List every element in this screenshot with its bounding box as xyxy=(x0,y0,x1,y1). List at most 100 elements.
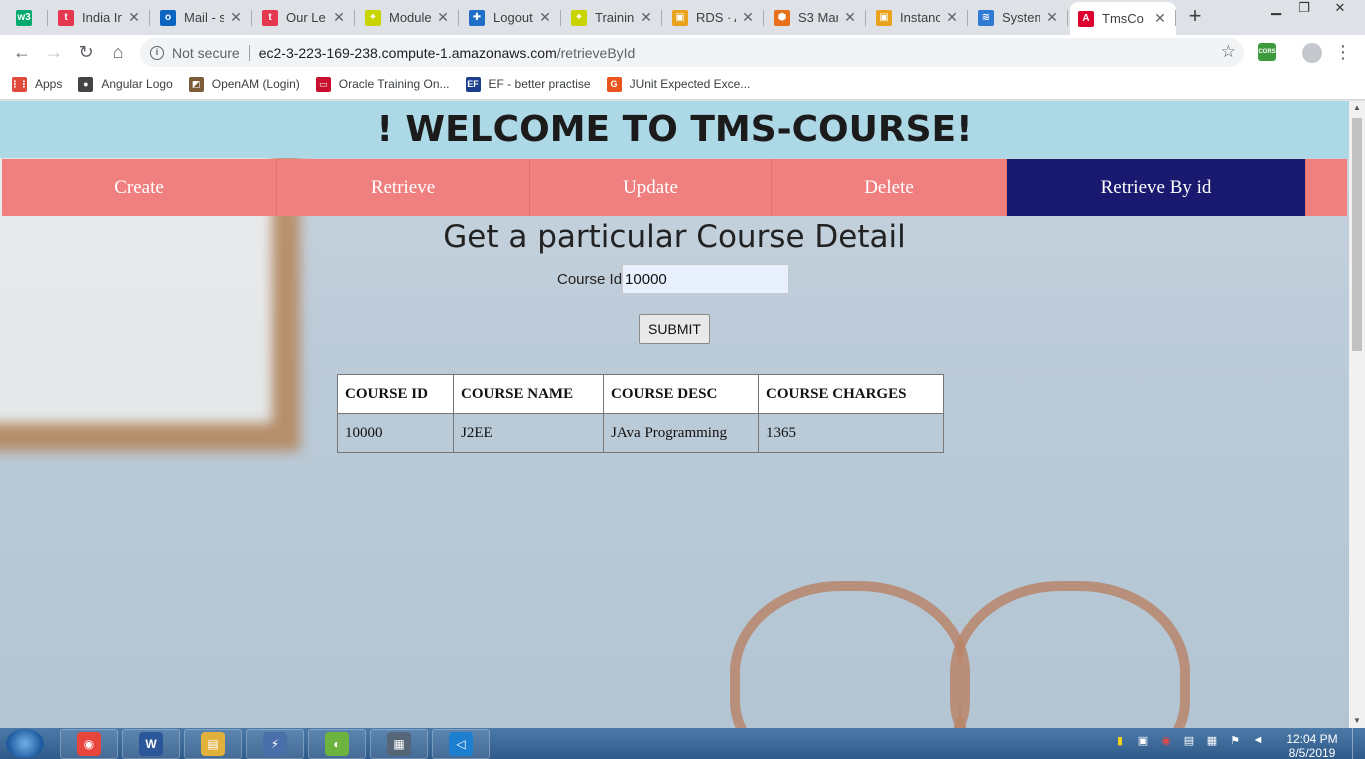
taskbar-app[interactable]: W xyxy=(122,729,180,759)
tab-close-icon[interactable]: ✕ xyxy=(638,9,654,26)
bookmark-item[interactable]: ● Angular Logo xyxy=(78,76,173,92)
tab-close-icon[interactable]: ✕ xyxy=(842,9,858,26)
browser-tab[interactable]: A TmsCo ✕ xyxy=(1070,2,1176,35)
tray-antivirus-icon[interactable]: ◉ xyxy=(1158,734,1174,752)
browser-tab[interactable]: t India In ✕ xyxy=(50,2,150,33)
w3schools-icon: w3 xyxy=(16,9,32,26)
forward-arrow-icon[interactable]: → xyxy=(42,40,66,64)
new-tab-plus-icon[interactable]: + xyxy=(1182,5,1208,29)
course-id-input[interactable] xyxy=(622,264,790,294)
bookmark-item[interactable]: G JUnit Expected Exce... xyxy=(606,76,750,92)
clock-date: 8/5/2019 xyxy=(1288,746,1336,759)
nav-update[interactable]: Update xyxy=(530,159,772,216)
table-cell: J2EE xyxy=(453,413,604,453)
address-bar[interactable]: i Not secure ec2-3-223-169-238.compute-1… xyxy=(140,38,1244,67)
leaf-icon: ✦ xyxy=(571,9,587,26)
column-header: COURSE CHARGES xyxy=(758,374,944,414)
browser-tab[interactable]: w3 xyxy=(8,2,48,33)
vscode-icon: ◁ xyxy=(449,732,473,756)
tray-flag-icon[interactable]: ⚑ xyxy=(1227,734,1243,752)
junit-icon: G xyxy=(606,76,622,92)
tray-device-icon[interactable]: ▦ xyxy=(1204,734,1220,752)
bookmark-star-icon[interactable]: ☆ xyxy=(1221,42,1236,62)
aws-cube-icon: ⬢ xyxy=(774,9,790,26)
taskbar-app[interactable]: ▤ xyxy=(184,729,242,759)
course-table: COURSE ID COURSE NAME COURSE DESC COURSE CH… xyxy=(337,374,944,453)
tab-close-icon[interactable]: ✕ xyxy=(1044,9,1060,26)
browser-tab[interactable]: o Mail - s ✕ xyxy=(152,2,252,33)
tab-separator xyxy=(1067,10,1068,26)
maximize-window-icon[interactable]: ❐ xyxy=(1290,0,1318,20)
tab-separator xyxy=(251,10,252,26)
background-lens-right xyxy=(950,581,1190,728)
taskbar-app[interactable]: ▦ xyxy=(370,729,428,759)
close-window-icon[interactable]: ✕ xyxy=(1326,0,1354,20)
bookmark-label: Angular Logo xyxy=(101,77,173,91)
nav-retrieve[interactable]: Retrieve xyxy=(277,159,530,216)
tab-close-icon[interactable]: ✕ xyxy=(331,9,347,26)
start-button-icon[interactable] xyxy=(6,729,44,758)
layers-icon: ≋ xyxy=(978,9,994,26)
table-cell: 10000 xyxy=(337,413,454,453)
windows-taskbar: ▮ ▣ ◉ ▤ ▦ ⚑ ◄ 12:04 PM 8/5/2019 ◉ W ▤ ⚡ ◐ ▦ ◁ xyxy=(0,728,1365,759)
browser-tab[interactable]: ⬢ S3 Mar ✕ xyxy=(766,2,866,33)
chrome-menu-icon[interactable]: ⋮ xyxy=(1334,41,1352,63)
oracle-icon: ▭ xyxy=(315,76,331,92)
tab-close-icon[interactable]: ✕ xyxy=(537,9,553,26)
browser-tab[interactable]: ▣ RDS · A ✕ xyxy=(664,2,764,33)
scroll-up-arrow-icon[interactable]: ▲ xyxy=(1349,101,1365,115)
bookmark-item[interactable]: EF EF - better practise xyxy=(465,76,591,92)
tab-close-icon[interactable]: ✕ xyxy=(228,9,244,26)
tray-volume-icon[interactable]: ◄ xyxy=(1250,734,1266,752)
tab-separator xyxy=(967,10,968,26)
browser-tab[interactable]: ✦ Module ✕ xyxy=(357,2,459,33)
home-icon[interactable]: ⌂ xyxy=(106,40,130,64)
scroll-down-arrow-icon[interactable]: ▼ xyxy=(1349,714,1365,728)
show-desktop-button[interactable] xyxy=(1352,728,1365,759)
page-scrollbar[interactable]: ▲ ▼ xyxy=(1349,101,1365,728)
tray-shield-icon[interactable]: ▮ xyxy=(1112,734,1128,752)
folder-icon: ▤ xyxy=(201,732,225,756)
cors-extension-icon[interactable]: CORS xyxy=(1258,43,1276,61)
apps-grid-icon: ⋮⋮ xyxy=(11,76,29,92)
tray-network-adapter-icon[interactable]: ▤ xyxy=(1181,734,1197,752)
reload-icon[interactable]: ↻ xyxy=(74,40,98,64)
submit-button[interactable]: SUBMIT xyxy=(639,314,710,344)
tistory-icon: t xyxy=(58,9,74,26)
taskbar-app[interactable]: ◁ xyxy=(432,729,490,759)
tab-close-icon[interactable]: ✕ xyxy=(740,9,756,26)
back-arrow-icon[interactable]: ← xyxy=(10,40,34,64)
word-icon: W xyxy=(139,732,163,756)
taskbar-app[interactable]: ⚡ xyxy=(246,729,304,759)
nav-delete[interactable]: Delete xyxy=(772,159,1007,216)
taskbar-app[interactable]: ◉ xyxy=(60,729,118,759)
browser-tab[interactable]: ✦ Trainin ✕ xyxy=(563,2,662,33)
minimize-window-icon[interactable]: ▁ xyxy=(1262,0,1290,20)
tab-separator xyxy=(149,10,150,26)
security-tool-icon: ▦ xyxy=(387,732,411,756)
browser-tab[interactable]: t Our Le ✕ xyxy=(254,2,355,33)
bookmark-item[interactable]: ⋮⋮ Apps xyxy=(11,76,62,92)
tray-printer-icon[interactable]: ▣ xyxy=(1135,734,1151,752)
nav-create[interactable]: Create xyxy=(2,159,277,216)
tab-close-icon[interactable]: ✕ xyxy=(126,9,142,26)
bookmark-label: Oracle Training On... xyxy=(338,77,450,91)
table-cell: JAva Programming xyxy=(603,413,759,453)
system-clock[interactable]: 12:04 PM 8/5/2019 xyxy=(1282,732,1342,759)
info-icon[interactable]: i xyxy=(150,45,164,60)
bookmark-item[interactable]: ▭ Oracle Training On... xyxy=(315,76,450,92)
scrollbar-thumb[interactable] xyxy=(1352,118,1362,351)
browser-tab[interactable]: ▣ Instanc ✕ xyxy=(868,2,968,33)
nav-retrieve-by-id[interactable]: Retrieve By id xyxy=(1007,159,1306,216)
tab-close-icon[interactable]: ✕ xyxy=(1152,10,1168,27)
taskbar-app[interactable]: ◐ xyxy=(308,729,366,759)
tab-close-icon[interactable]: ✕ xyxy=(435,9,451,26)
profile-avatar-icon[interactable] xyxy=(1302,43,1322,63)
jira-icon: ✚ xyxy=(469,9,485,26)
angular-icon: A xyxy=(1078,10,1094,27)
browser-tab[interactable]: ✚ Logout ✕ xyxy=(461,2,561,33)
bookmark-item[interactable]: ◩ OpenAM (Login) xyxy=(188,76,300,92)
tab-close-icon[interactable]: ✕ xyxy=(944,9,960,26)
not-secure-label: Not secure xyxy=(172,44,240,61)
browser-tab[interactable]: ≋ System ✕ xyxy=(970,2,1068,33)
